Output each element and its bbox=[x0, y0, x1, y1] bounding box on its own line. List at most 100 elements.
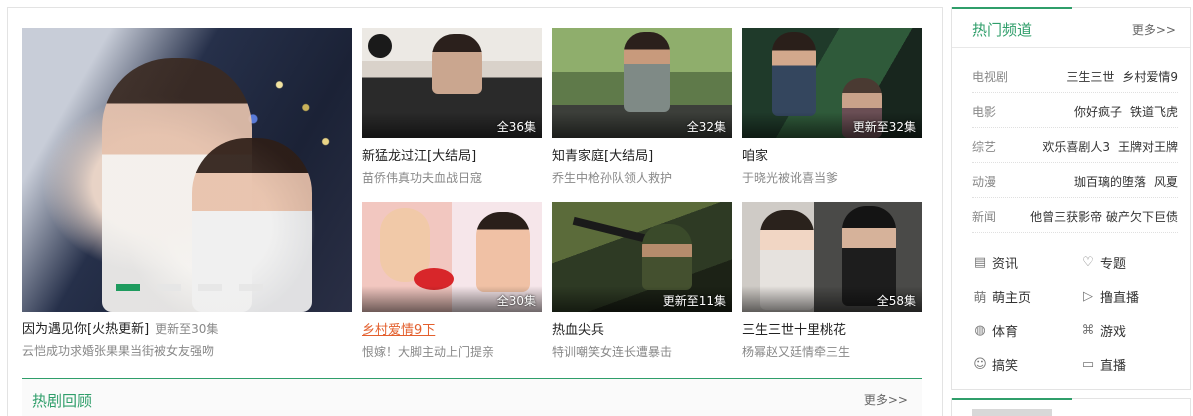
quick-link-topic[interactable]: ♡ 专题 bbox=[1080, 253, 1126, 272]
video-title[interactable]: 新猛龙过江[大结局] bbox=[362, 148, 542, 166]
section-title: 热剧回顾 bbox=[32, 392, 93, 410]
channel-category[interactable]: 动漫 bbox=[972, 173, 996, 190]
video-thumbnail[interactable]: 全30集 bbox=[362, 202, 542, 312]
channel-link[interactable]: 风夏 bbox=[1154, 175, 1178, 189]
carousel-dot-1[interactable] bbox=[116, 284, 140, 291]
channel-link[interactable]: 你好疯子 bbox=[1074, 105, 1122, 119]
video-thumbnail[interactable]: 更新至11集 bbox=[552, 202, 732, 312]
quick-link-news[interactable]: ▤ 资讯 bbox=[972, 253, 1018, 272]
quick-link-label: 搞笑 bbox=[992, 359, 1019, 374]
video-desc[interactable]: 乔生中枪孙队领人救护 bbox=[552, 170, 732, 186]
quick-link-label: 直播 bbox=[1100, 359, 1127, 374]
hero-banner[interactable] bbox=[22, 28, 352, 312]
carousel-dot-3[interactable] bbox=[198, 284, 222, 291]
actor-figure bbox=[642, 224, 692, 290]
emblem-icon bbox=[368, 34, 392, 58]
carousel-dot-2[interactable] bbox=[157, 284, 181, 291]
gamepad-icon: ⌘ bbox=[1081, 323, 1095, 338]
quick-link-label: 资讯 bbox=[992, 257, 1019, 272]
video-thumbnail[interactable]: 更新至32集 bbox=[742, 28, 922, 138]
channel-category[interactable]: 电视剧 bbox=[972, 68, 1008, 85]
carousel-dot-4[interactable] bbox=[239, 284, 263, 291]
channel-link[interactable]: 珈百璃的堕落 bbox=[1074, 175, 1146, 189]
heart-icon: ♡ bbox=[1082, 255, 1094, 270]
quick-link-label: 游戏 bbox=[1100, 325, 1127, 340]
channel-row: 电影 你好疯子 铁道飞虎 bbox=[972, 93, 1178, 128]
side-header: 热门频道 更多>> bbox=[952, 7, 1190, 48]
hero-episodes: 更新至30集 bbox=[155, 322, 219, 336]
smile-icon: ☺ bbox=[973, 357, 987, 372]
ball-icon: ◍ bbox=[974, 323, 986, 338]
video-card[interactable]: 全32集 知青家庭[大结局] 乔生中枪孙队领人救护 bbox=[552, 28, 732, 186]
hot-channels-panel: 热门频道 更多>> 电视剧 三生三世 乡村爱情9 电影 你好疯子 铁道飞虎 综艺 欢… bbox=[951, 7, 1191, 390]
channel-category[interactable]: 综艺 bbox=[972, 138, 996, 155]
actor-figure bbox=[432, 34, 482, 94]
channel-row: 电视剧 三生三世 乡村爱情9 bbox=[972, 58, 1178, 93]
video-thumbnail[interactable]: 全32集 bbox=[552, 28, 732, 138]
cute-icon: 萌 bbox=[973, 291, 987, 306]
header-accent bbox=[952, 398, 1072, 400]
episode-badge: 全36集 bbox=[496, 120, 536, 134]
video-desc[interactable]: 于晓光被讹喜当爹 bbox=[742, 170, 922, 186]
video-card[interactable]: 更新至32集 咱家 于晓光被讹喜当爹 bbox=[742, 28, 922, 186]
video-thumbnail[interactable]: 全58集 bbox=[742, 202, 922, 312]
quick-link-games[interactable]: ⌘ 游戏 bbox=[1080, 321, 1127, 340]
actor-figure bbox=[624, 32, 670, 112]
video-title[interactable]: 知青家庭[大结局] bbox=[552, 148, 732, 166]
channel-link[interactable]: 三生三世 bbox=[1066, 70, 1114, 84]
channel-link[interactable]: 铁道飞虎 bbox=[1130, 105, 1178, 119]
channel-link[interactable]: 王牌对王牌 bbox=[1118, 140, 1178, 154]
video-title[interactable]: 热血尖兵 bbox=[552, 322, 732, 340]
quick-link-cute[interactable]: 萌萌主页 bbox=[972, 287, 1031, 306]
video-desc[interactable]: 杨幂赵又廷情牵三生 bbox=[742, 344, 922, 360]
hero-caption: 因为遇见你[火热更新] 更新至30集 云恺成功求婚张果果当街被女友强吻 bbox=[22, 320, 352, 359]
hero-desc[interactable]: 云恺成功求婚张果果当街被女友强吻 bbox=[22, 343, 352, 359]
section-more-link[interactable]: 更多>> bbox=[864, 391, 908, 408]
quick-link-live[interactable]: ▭ 直播 bbox=[1080, 355, 1126, 374]
quick-link-label: 萌主页 bbox=[992, 291, 1032, 306]
channel-row: 动漫 珈百璃的堕落 风夏 bbox=[972, 163, 1178, 198]
quick-link-live-stream[interactable]: ▷ 撸直播 bbox=[1080, 287, 1139, 306]
channel-category[interactable]: 电影 bbox=[972, 103, 996, 120]
header-accent bbox=[952, 7, 1072, 9]
video-thumbnail[interactable]: 全36集 bbox=[362, 28, 542, 138]
video-card[interactable]: 全36集 新猛龙过江[大结局] 苗侨伟真功夫血战日寇 bbox=[362, 28, 542, 186]
actor-figure bbox=[772, 32, 816, 116]
panel-title-placeholder bbox=[972, 409, 1052, 416]
channel-link[interactable]: 他曾三获影帝 破产欠下巨债 bbox=[1030, 210, 1178, 224]
channel-link[interactable]: 乡村爱情9 bbox=[1122, 70, 1178, 84]
play-icon: ▷ bbox=[1083, 289, 1093, 304]
hero-title[interactable]: 因为遇见你[火热更新] bbox=[22, 322, 149, 337]
side-more-link[interactable]: 更多>> bbox=[1132, 21, 1176, 38]
quick-link-label: 撸直播 bbox=[1100, 291, 1140, 306]
video-card[interactable]: 更新至11集 热血尖兵 特训嘲笑女连长遭暴击 bbox=[552, 202, 732, 360]
next-side-panel bbox=[951, 398, 1191, 416]
episode-badge: 全58集 bbox=[876, 294, 916, 308]
channel-row: 新闻 他曾三获影帝 破产欠下巨债 bbox=[972, 198, 1178, 233]
side-title: 热门频道 bbox=[972, 21, 1033, 39]
actor-figure bbox=[476, 212, 530, 292]
channel-row: 综艺 欢乐喜剧人3 王牌对王牌 bbox=[972, 128, 1178, 163]
video-title[interactable]: 咱家 bbox=[742, 148, 922, 166]
quick-link-sports[interactable]: ◍ 体育 bbox=[972, 321, 1018, 340]
channel-link[interactable]: 欢乐喜剧人3 bbox=[1042, 140, 1110, 154]
video-desc[interactable]: 恨嫁！大脚主动上门提亲 bbox=[362, 344, 542, 360]
video-card[interactable]: 全58集 三生三世十里桃花 杨幂赵又廷情牵三生 bbox=[742, 202, 922, 360]
section-header: 热剧回顾 更多>> bbox=[22, 378, 922, 416]
episode-badge: 全30集 bbox=[496, 294, 536, 308]
carousel-dots bbox=[116, 284, 263, 291]
channel-category[interactable]: 新闻 bbox=[972, 208, 996, 225]
episode-badge: 全32集 bbox=[686, 120, 726, 134]
quick-link-label: 体育 bbox=[992, 325, 1019, 340]
tv-icon: ▭ bbox=[1081, 357, 1095, 372]
video-desc[interactable]: 苗侨伟真功夫血战日寇 bbox=[362, 170, 542, 186]
quick-link-funny[interactable]: ☺ 搞笑 bbox=[972, 355, 1018, 374]
video-title[interactable]: 三生三世十里桃花 bbox=[742, 322, 922, 340]
video-title[interactable]: 乡村爱情9下 bbox=[362, 322, 542, 340]
video-card[interactable]: 全30集 乡村爱情9下 恨嫁！大脚主动上门提亲 bbox=[362, 202, 542, 360]
video-desc[interactable]: 特训嘲笑女连长遭暴击 bbox=[552, 344, 732, 360]
episode-badge: 更新至11集 bbox=[662, 294, 726, 308]
news-icon: ▤ bbox=[973, 255, 987, 270]
episode-badge: 更新至32集 bbox=[852, 120, 916, 134]
quick-link-label: 专题 bbox=[1100, 257, 1127, 272]
